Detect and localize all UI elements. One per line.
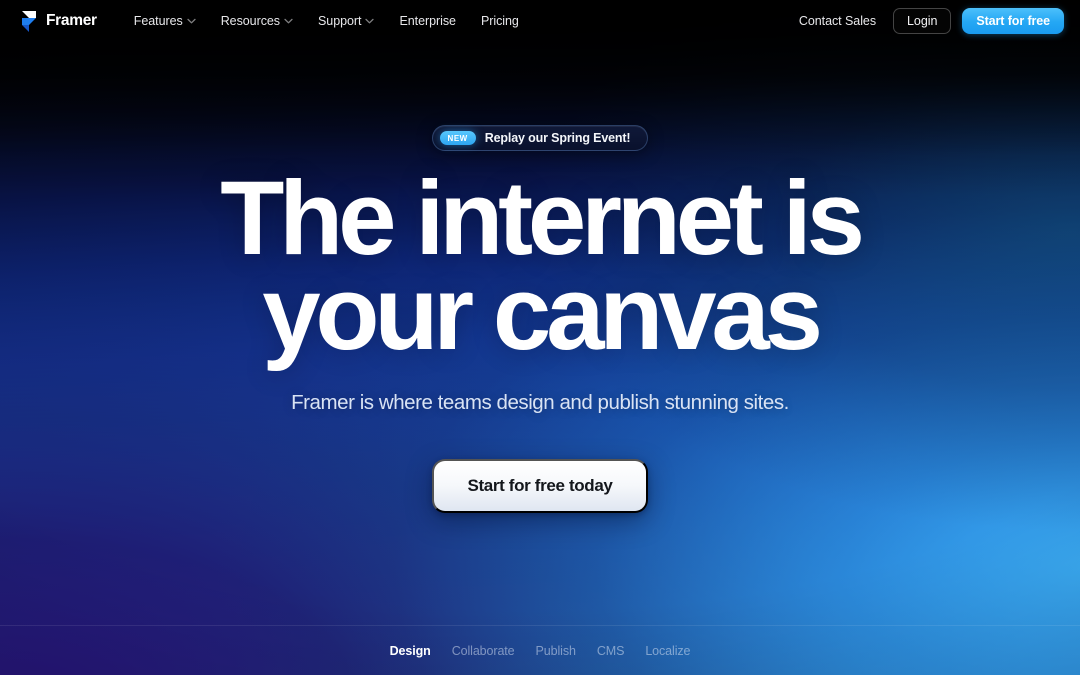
hero-headline: The internet is your canvas	[220, 160, 865, 372]
start-for-free-today-button[interactable]: Start for free today	[432, 459, 648, 513]
tab-localize[interactable]: Localize	[645, 644, 690, 658]
nav-item-resources[interactable]: Resources	[210, 8, 304, 34]
chevron-down-icon	[187, 18, 196, 24]
spring-event-label: Replay our Spring Event!	[484, 131, 631, 145]
tab-collaborate[interactable]: Collaborate	[452, 644, 515, 658]
hero-subheadline: Framer is where teams design and publish…	[291, 391, 789, 414]
nav-item-enterprise-label: Enterprise	[399, 14, 456, 28]
hero-section: NEW Replay our Spring Event! The interne…	[0, 42, 1080, 675]
brand-logo[interactable]: Framer	[20, 10, 97, 32]
tab-cms[interactable]: CMS	[597, 644, 625, 658]
login-button[interactable]: Login	[893, 8, 952, 34]
spring-event-banner[interactable]: NEW Replay our Spring Event!	[431, 125, 649, 151]
hero-headline-line-1: The internet is	[220, 160, 865, 277]
nav-item-support[interactable]: Support	[307, 8, 385, 34]
nav-links: Features Resources Support Enterprise Pr…	[123, 8, 530, 34]
top-navbar: Framer Features Resources Support Enterp…	[0, 0, 1080, 42]
nav-item-support-label: Support	[318, 14, 362, 28]
brand-name: Framer	[46, 12, 97, 29]
nav-item-features-label: Features	[133, 14, 183, 28]
chevron-down-icon	[284, 18, 293, 24]
chevron-down-icon	[365, 18, 375, 24]
framer-landing-page: Framer Features Resources Support Enterp…	[0, 0, 1080, 675]
nav-item-features[interactable]: Features	[123, 8, 207, 34]
tab-publish[interactable]: Publish	[536, 644, 576, 658]
new-badge: NEW	[439, 131, 476, 145]
nav-item-pricing[interactable]: Pricing	[470, 8, 530, 34]
framer-logo-icon	[22, 10, 36, 32]
feature-tab-strip: Design Collaborate Publish CMS Localize	[0, 625, 1080, 675]
start-for-free-button[interactable]: Start for free	[962, 8, 1064, 34]
tab-design[interactable]: Design	[390, 644, 431, 658]
contact-sales-link[interactable]: Contact Sales	[793, 9, 882, 33]
hero-headline-line-2: your canvas	[262, 254, 823, 372]
nav-actions: Contact Sales Login Start for free	[793, 8, 1064, 34]
nav-item-enterprise[interactable]: Enterprise	[388, 8, 466, 34]
nav-item-pricing-label: Pricing	[480, 14, 519, 28]
nav-item-resources-label: Resources	[220, 14, 281, 28]
